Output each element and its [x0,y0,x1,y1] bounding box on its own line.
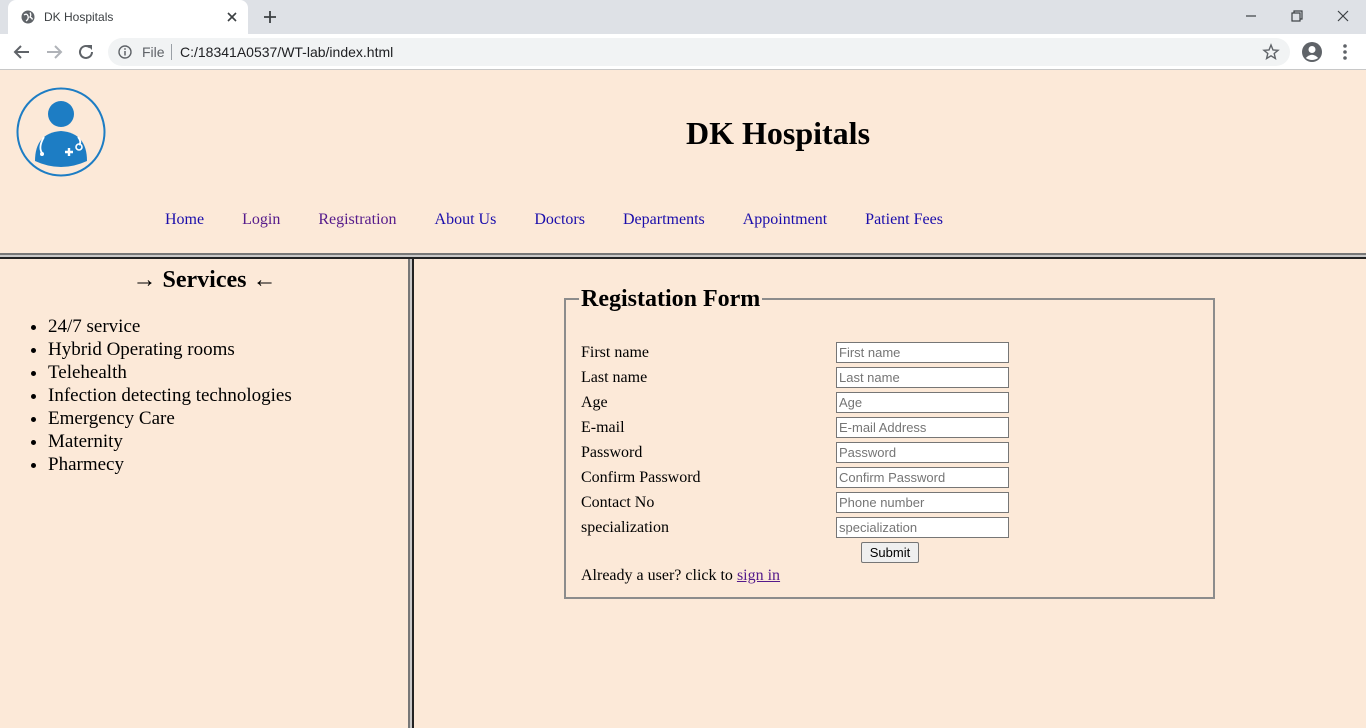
signin-prefix: Already a user? click to [581,567,733,584]
profile-avatar-icon[interactable] [1301,41,1323,63]
nav-departments[interactable]: Departments [623,211,705,228]
form-row-first-name: First name [581,342,1021,364]
signin-link[interactable]: sign in [737,567,780,584]
browser-tab-strip: DK Hospitals [0,0,1366,34]
bookmark-star-icon[interactable] [1262,43,1280,61]
nav-registration[interactable]: Registration [318,211,396,228]
address-bar[interactable]: File C:/18341A0537/WT-lab/index.html [108,38,1290,66]
nav-home[interactable]: Home [165,211,204,228]
age-label: Age [581,394,608,411]
services-panel: → Services ← 24/7 service Hybrid Operati… [0,259,409,728]
service-item: Infection detecting technologies [48,384,292,407]
specialization-input[interactable] [836,517,1009,538]
frame-border-vertical[interactable] [408,259,414,728]
more-options-icon[interactable] [1334,41,1356,63]
info-icon[interactable] [118,45,132,59]
service-item: Hybrid Operating rooms [48,338,292,361]
form-legend: Registation Form [579,286,763,313]
email-input[interactable] [836,417,1009,438]
services-list: 24/7 service Hybrid Operating rooms Tele… [48,315,292,476]
form-row-specialization: specialization [581,517,1021,539]
nav-appointment[interactable]: Appointment [743,211,827,228]
submit-button[interactable]: Submit [861,542,919,563]
address-url[interactable]: C:/18341A0537/WT-lab/index.html [180,44,393,60]
nav-patient-fees[interactable]: Patient Fees [865,211,943,228]
form-row-confirm-password: Confirm Password [581,467,1021,489]
address-divider [171,44,172,60]
browser-toolbar: File C:/18341A0537/WT-lab/index.html [0,34,1366,70]
last-name-label: Last name [581,369,648,386]
restore-icon[interactable] [1287,6,1307,26]
nav-about-us[interactable]: About Us [435,211,497,228]
confirm-password-label: Confirm Password [581,469,701,486]
address-scheme: File [142,44,165,60]
first-name-input[interactable] [836,342,1009,363]
form-row-last-name: Last name [581,367,1021,389]
close-window-icon[interactable] [1333,6,1353,26]
form-row-email: E-mail [581,417,1021,439]
service-item: 24/7 service [48,315,292,338]
contact-input[interactable] [836,492,1009,513]
email-label: E-mail [581,419,625,436]
site-title: DK Hospitals [685,115,871,151]
service-item: Emergency Care [48,407,292,430]
close-tab-icon[interactable] [224,9,240,25]
main-nav: Home Login Registration About Us Doctors Depa… [165,211,981,229]
browser-tab[interactable]: DK Hospitals [8,0,248,34]
password-label: Password [581,444,643,461]
form-row-contact: Contact No [581,492,1021,514]
form-row-age: Age [581,392,1021,414]
contact-label: Contact No [581,494,655,511]
signin-prompt: Already a user? click to sign in [581,567,780,585]
last-name-input[interactable] [836,367,1009,388]
minimize-icon[interactable] [1241,6,1261,26]
age-input[interactable] [836,392,1009,413]
new-tab-icon[interactable] [260,7,280,27]
page-header: DK Hospitals Home Login Registration About … [0,71,1366,253]
tab-title: DK Hospitals [44,10,114,24]
back-arrow-icon[interactable] [11,41,33,63]
forward-arrow-icon[interactable] [43,41,65,63]
service-item: Telehealth [48,361,292,384]
nav-login[interactable]: Login [242,211,280,228]
reload-icon[interactable] [75,41,97,63]
password-input[interactable] [836,442,1009,463]
service-item: Maternity [48,430,292,453]
specialization-label: specialization [581,519,669,536]
confirm-password-input[interactable] [836,467,1009,488]
first-name-label: First name [581,344,649,361]
globe-icon [21,10,35,24]
services-title: → Services ← [132,267,277,293]
service-item: Pharmecy [48,453,292,476]
form-row-password: Password [581,442,1021,464]
nav-doctors[interactable]: Doctors [534,211,585,228]
